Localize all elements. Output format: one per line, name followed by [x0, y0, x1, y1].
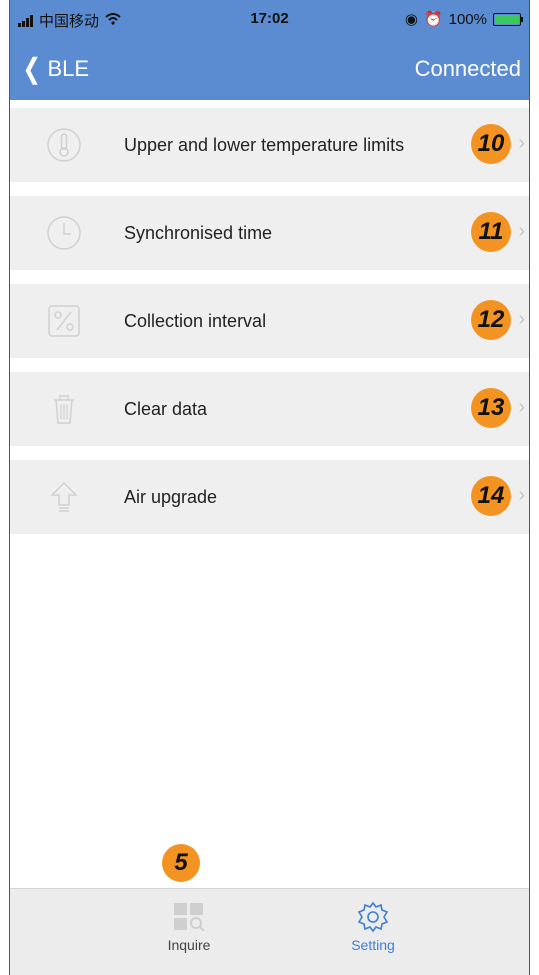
tab-setting[interactable]: Setting [318, 897, 428, 953]
callout-badge: 14 [471, 476, 511, 516]
callout-badge: 10 [471, 124, 511, 164]
tab-inquire[interactable]: Inquire [134, 897, 244, 953]
tab-bar: Inquire Setting [10, 888, 529, 975]
percent-icon [44, 302, 84, 340]
chevron-right-icon: › [518, 308, 525, 330]
clock-icon [44, 214, 84, 252]
back-label: BLE [47, 55, 90, 81]
upload-arrow-icon [44, 478, 84, 516]
settings-list: Upper and lower temperature limits 10 › … [10, 108, 529, 548]
nav-bar: ❮ BLE Connected [10, 38, 529, 100]
settings-row-collection-interval[interactable]: Collection interval 12 › [10, 284, 529, 358]
callout-badge: 13 [471, 388, 511, 428]
grid-search-icon [134, 897, 244, 937]
chevron-right-icon: › [518, 396, 525, 418]
thermometer-icon [44, 126, 84, 164]
battery-icon [493, 12, 523, 26]
settings-row-air-upgrade[interactable]: Air upgrade 14 › [10, 460, 529, 534]
trash-icon [44, 390, 84, 428]
connection-status: Connected [414, 56, 521, 81]
callout-badge: 11 [471, 212, 511, 252]
callout-badge: 12 [471, 300, 511, 340]
settings-row-temperature-limits[interactable]: Upper and lower temperature limits 10 › [10, 108, 529, 182]
settings-row-label: Collection interval [124, 310, 267, 331]
settings-row-clear-data[interactable]: Clear data 13 › [10, 372, 529, 446]
callout-badge-inquire: 5 [162, 844, 200, 882]
tab-inquire-label: Inquire [167, 937, 211, 953]
back-button[interactable]: ❮ BLE [20, 52, 89, 85]
chevron-right-icon: › [518, 132, 525, 154]
status-right: ◉ ⏰ 100% [404, 10, 523, 28]
status-bar: 中国移动 17:02 ◉ ⏰ 100% [10, 0, 529, 38]
chevron-left-icon: ❮ [22, 53, 42, 84]
battery-percent: 100% [448, 10, 487, 28]
settings-row-label: Synchronised time [124, 222, 273, 243]
location-icon: ◉ [404, 11, 418, 28]
chevron-right-icon: › [518, 220, 525, 242]
settings-row-label: Upper and lower temperature limits [124, 134, 405, 155]
settings-row-label: Air upgrade [124, 486, 218, 507]
settings-row-label: Clear data [124, 398, 208, 419]
battery-fill [495, 14, 519, 24]
chevron-right-icon: › [518, 484, 525, 506]
gear-icon [318, 897, 428, 937]
alarm-icon: ⏰ [423, 11, 443, 28]
phone-screen: 中国移动 17:02 ◉ ⏰ 100% ❮ BLE Connected Uppe… [10, 0, 529, 975]
tab-setting-label: Setting [351, 937, 395, 953]
settings-row-synchronised-time[interactable]: Synchronised time 11 › [10, 196, 529, 270]
